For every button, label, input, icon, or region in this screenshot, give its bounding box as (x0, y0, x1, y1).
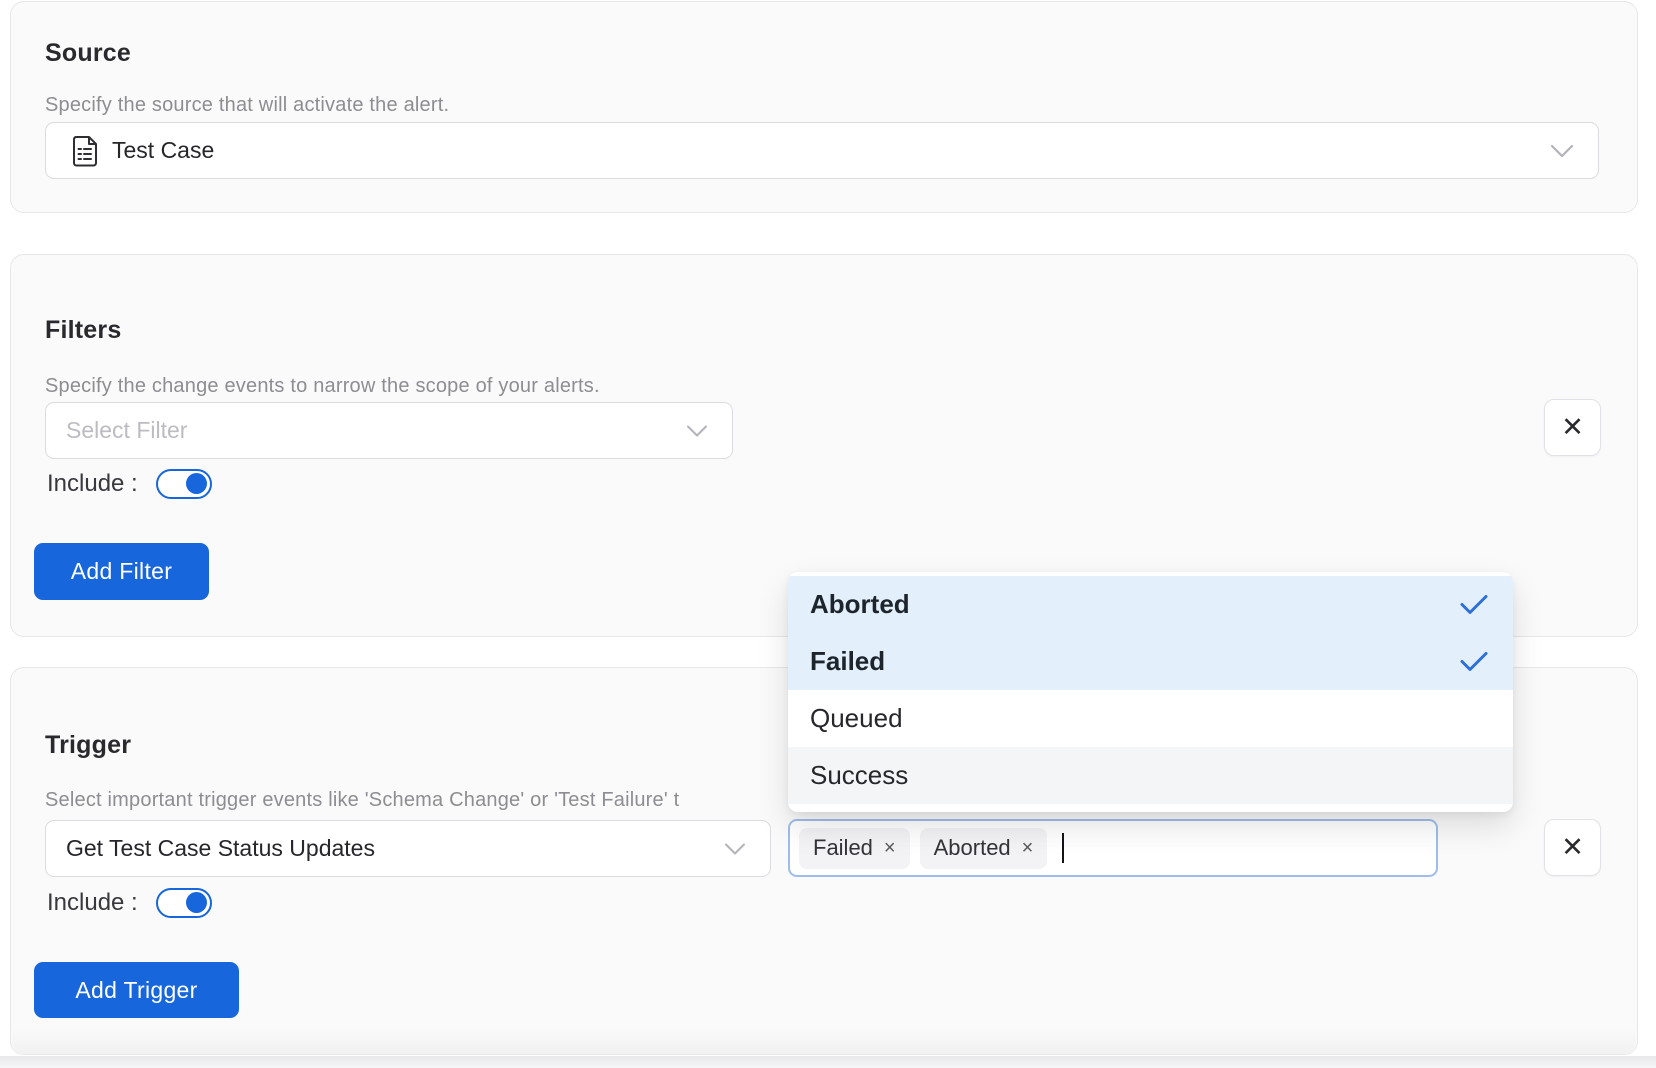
filters-include-label: Include : (47, 470, 138, 498)
close-icon: ✕ (1561, 832, 1584, 863)
add-trigger-button[interactable]: Add Trigger (34, 962, 239, 1018)
trigger-row-clear-button[interactable]: ✕ (1544, 819, 1601, 876)
toggle-knob (186, 473, 207, 494)
tag-label: Aborted (934, 835, 1011, 861)
check-icon (1459, 650, 1489, 673)
trigger-events-multiselect-input[interactable]: Failed × Aborted × (788, 819, 1438, 877)
trigger-include-label: Include : (47, 889, 138, 917)
alert-configuration-page: Source Specify the source that will acti… (0, 0, 1656, 1068)
tag-remove-icon[interactable]: × (1022, 837, 1034, 860)
status-options-dropdown: Aborted Failed Queued Success (788, 572, 1513, 812)
chevron-down-icon (724, 842, 746, 855)
filter-select-placeholder: Select Filter (66, 417, 187, 444)
tag-label: Failed (813, 835, 873, 861)
filters-include-toggle[interactable] (156, 469, 212, 499)
option-label: Queued (810, 703, 903, 734)
selected-tag[interactable]: Aborted × (920, 828, 1048, 869)
source-select-value: Test Case (112, 137, 214, 164)
add-filter-button[interactable]: Add Filter (34, 543, 209, 600)
close-icon: ✕ (1561, 412, 1584, 443)
text-cursor (1062, 833, 1064, 863)
source-section-card: Source Specify the source that will acti… (10, 1, 1638, 213)
card-bottom-shadow (12, 1028, 1636, 1054)
source-select[interactable]: Test Case (45, 122, 1599, 179)
trigger-section-description: Select important trigger events like 'Sc… (45, 789, 679, 812)
chevron-down-icon (686, 424, 708, 437)
tag-remove-icon[interactable]: × (884, 837, 896, 860)
check-icon (1459, 593, 1489, 616)
selected-tag[interactable]: Failed × (799, 828, 910, 869)
trigger-include-toggle[interactable] (156, 888, 212, 918)
option-label: Success (810, 760, 908, 791)
toggle-knob (186, 892, 207, 913)
dropdown-option-queued[interactable]: Queued (788, 690, 1513, 747)
page-bottom-edge (0, 1056, 1656, 1068)
chevron-down-icon (1550, 144, 1574, 158)
option-label: Aborted (810, 589, 910, 620)
source-section-description: Specify the source that will activate th… (45, 94, 449, 117)
trigger-include-row: Include : (47, 888, 212, 918)
filters-section-title: Filters (45, 316, 121, 345)
test-case-document-icon (70, 135, 98, 167)
dropdown-option-aborted[interactable]: Aborted (788, 576, 1513, 633)
trigger-select-value: Get Test Case Status Updates (66, 835, 375, 862)
filters-section-description: Specify the change events to narrow the … (45, 375, 600, 398)
filters-row-clear-button[interactable]: ✕ (1544, 399, 1601, 456)
trigger-section-title: Trigger (45, 731, 131, 760)
dropdown-option-success[interactable]: Success (788, 747, 1513, 804)
filter-select[interactable]: Select Filter (45, 402, 733, 459)
trigger-select[interactable]: Get Test Case Status Updates (45, 820, 771, 877)
filters-include-row: Include : (47, 469, 212, 499)
dropdown-option-failed[interactable]: Failed (788, 633, 1513, 690)
source-section-title: Source (45, 39, 131, 68)
option-label: Failed (810, 646, 885, 677)
